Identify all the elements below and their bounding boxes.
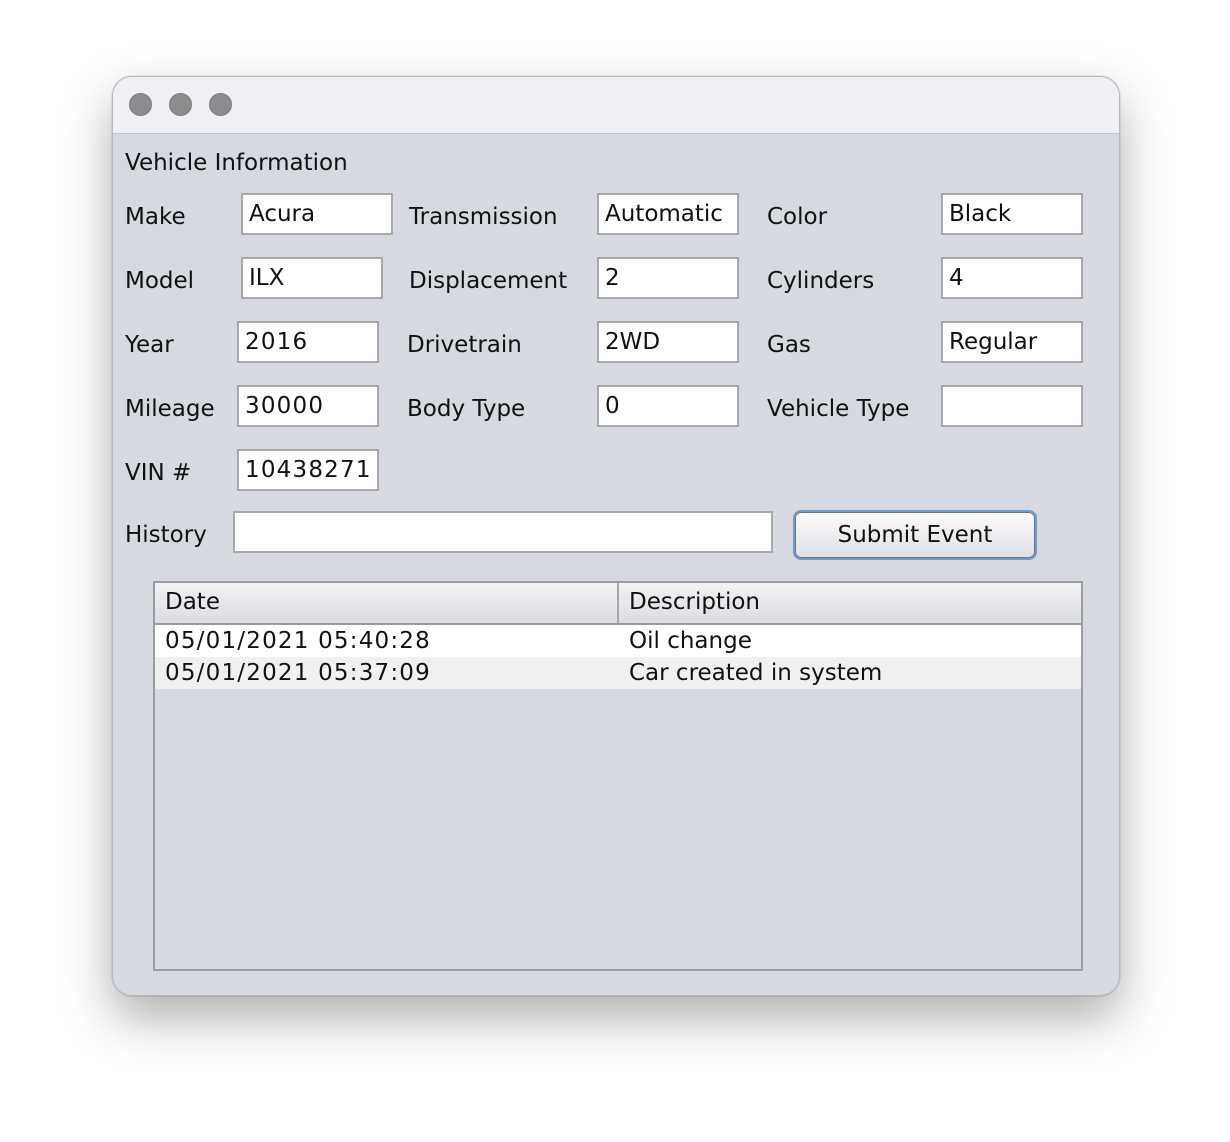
make-label: Make — [125, 204, 186, 230]
vehicle-type-field[interactable] — [941, 385, 1083, 427]
displacement-field[interactable]: 2 — [597, 257, 739, 299]
row-date: 05/01/2021 05:40:28 — [165, 628, 431, 654]
year-field[interactable]: 2016 — [237, 321, 379, 363]
section-title: Vehicle Information — [125, 150, 348, 176]
mileage-field[interactable]: 30000 — [237, 385, 379, 427]
history-table: Date Description 05/01/2021 05:40:28 Oil… — [153, 581, 1083, 971]
table-header: Date Description — [155, 583, 1081, 625]
row-description: Oil change — [629, 628, 752, 654]
history-input[interactable] — [233, 511, 773, 553]
gas-label: Gas — [767, 332, 811, 358]
drivetrain-label: Drivetrain — [407, 332, 522, 358]
cylinders-field[interactable]: 4 — [941, 257, 1083, 299]
close-window-button[interactable] — [129, 93, 152, 116]
minimize-window-button[interactable] — [169, 93, 192, 116]
row-description: Car created in system — [629, 660, 883, 686]
submit-event-button[interactable]: Submit Event — [793, 510, 1037, 560]
model-label: Model — [125, 268, 195, 294]
color-label: Color — [767, 204, 828, 230]
history-label: History — [125, 522, 207, 548]
column-header-date[interactable]: Date — [155, 583, 619, 623]
transmission-label: Transmission — [409, 204, 558, 230]
gas-field[interactable]: Regular — [941, 321, 1083, 363]
drivetrain-field[interactable]: 2WD — [597, 321, 739, 363]
vehicle-type-label: Vehicle Type — [767, 396, 910, 422]
transmission-field[interactable]: Automatic — [597, 193, 739, 235]
mileage-label: Mileage — [125, 396, 215, 422]
color-field[interactable]: Black — [941, 193, 1083, 235]
zoom-window-button[interactable] — [209, 93, 232, 116]
body-type-label: Body Type — [407, 396, 526, 422]
cylinders-label: Cylinders — [767, 268, 875, 294]
table-row[interactable]: 05/01/2021 05:37:09 Car created in syste… — [155, 657, 1081, 689]
body-type-field[interactable]: 0 — [597, 385, 739, 427]
title-bar — [113, 77, 1119, 134]
row-date: 05/01/2021 05:37:09 — [165, 660, 431, 686]
model-field[interactable]: ILX — [241, 257, 383, 299]
year-label: Year — [125, 332, 174, 358]
vin-label: VIN # — [125, 460, 192, 486]
make-field[interactable]: Acura — [241, 193, 393, 235]
vin-field[interactable]: 10438271 — [237, 449, 379, 491]
table-row[interactable]: 05/01/2021 05:40:28 Oil change — [155, 625, 1081, 657]
column-header-description[interactable]: Description — [619, 583, 1083, 623]
displacement-label: Displacement — [409, 268, 568, 294]
vehicle-window: Vehicle Information Make Acura Transmiss… — [112, 76, 1120, 996]
